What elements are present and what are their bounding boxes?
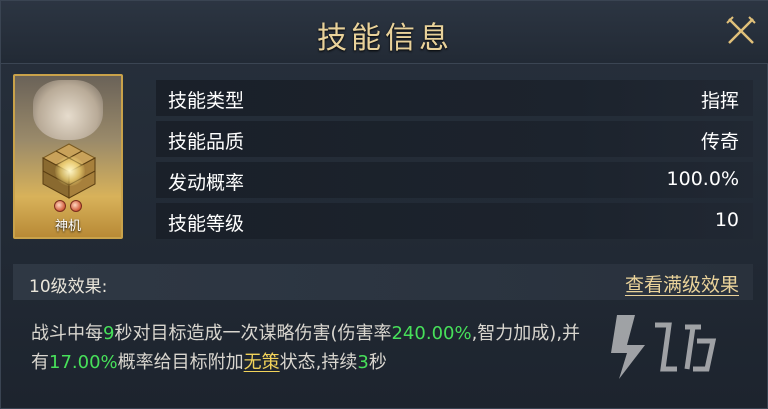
desc-number: 3: [357, 352, 369, 373]
desc-text: 秒对目标造成一次谋略伤害(伤害率: [114, 323, 392, 344]
desc-text: ,智力加成),并: [471, 323, 581, 344]
desc-text: 秒: [368, 352, 387, 373]
skill-card: 神机: [13, 74, 123, 239]
page-title: 技能信息: [317, 21, 453, 56]
info-value: 100.0%: [666, 168, 739, 190]
info-label: 技能品质: [168, 131, 245, 153]
gem-icon: [70, 200, 82, 212]
info-value: 传奇: [700, 131, 739, 153]
effect-level-label: 10级效果:: [29, 277, 108, 297]
watermark-logo: [611, 315, 717, 379]
crossed-swords-icon: [726, 16, 756, 44]
info-value: 10: [714, 209, 739, 231]
effect-header: 10级效果: 查看满级效果: [13, 264, 753, 300]
info-row-level: 技能等级 10: [156, 203, 753, 239]
info-label: 技能类型: [168, 90, 245, 112]
info-row-probability: 发动概率 100.0%: [156, 162, 753, 198]
skill-portrait: [33, 80, 103, 140]
status-keyword-link[interactable]: 无策: [244, 352, 280, 373]
skill-info-panel: 技能信息 神机 技能类型 指挥 技能品质 传奇 发动概率 100.0% 技能等级…: [0, 0, 768, 409]
cube-glow: [55, 156, 85, 186]
skill-gems: [15, 200, 121, 212]
info-row-type: 技能类型 指挥: [156, 80, 753, 116]
desc-number: 17.00%: [49, 352, 118, 373]
desc-text: 概率给目标附加: [117, 352, 244, 373]
info-value: 指挥: [700, 90, 739, 112]
close-button[interactable]: [723, 13, 759, 49]
desc-number: 240.00%: [391, 323, 472, 344]
title-bar: 技能信息: [1, 1, 768, 64]
desc-text: 战斗中每: [31, 323, 103, 344]
info-label: 发动概率: [168, 172, 245, 194]
info-label: 技能等级: [168, 213, 245, 235]
view-max-level-effect-link[interactable]: 查看满级效果: [625, 270, 739, 297]
desc-text: 有: [31, 352, 49, 373]
skill-card-name: 神机: [54, 219, 81, 234]
gem-icon: [54, 200, 66, 212]
desc-number: 9: [103, 323, 115, 344]
info-row-quality: 技能品质 传奇: [156, 121, 753, 157]
desc-text: 状态,持续: [279, 352, 358, 373]
